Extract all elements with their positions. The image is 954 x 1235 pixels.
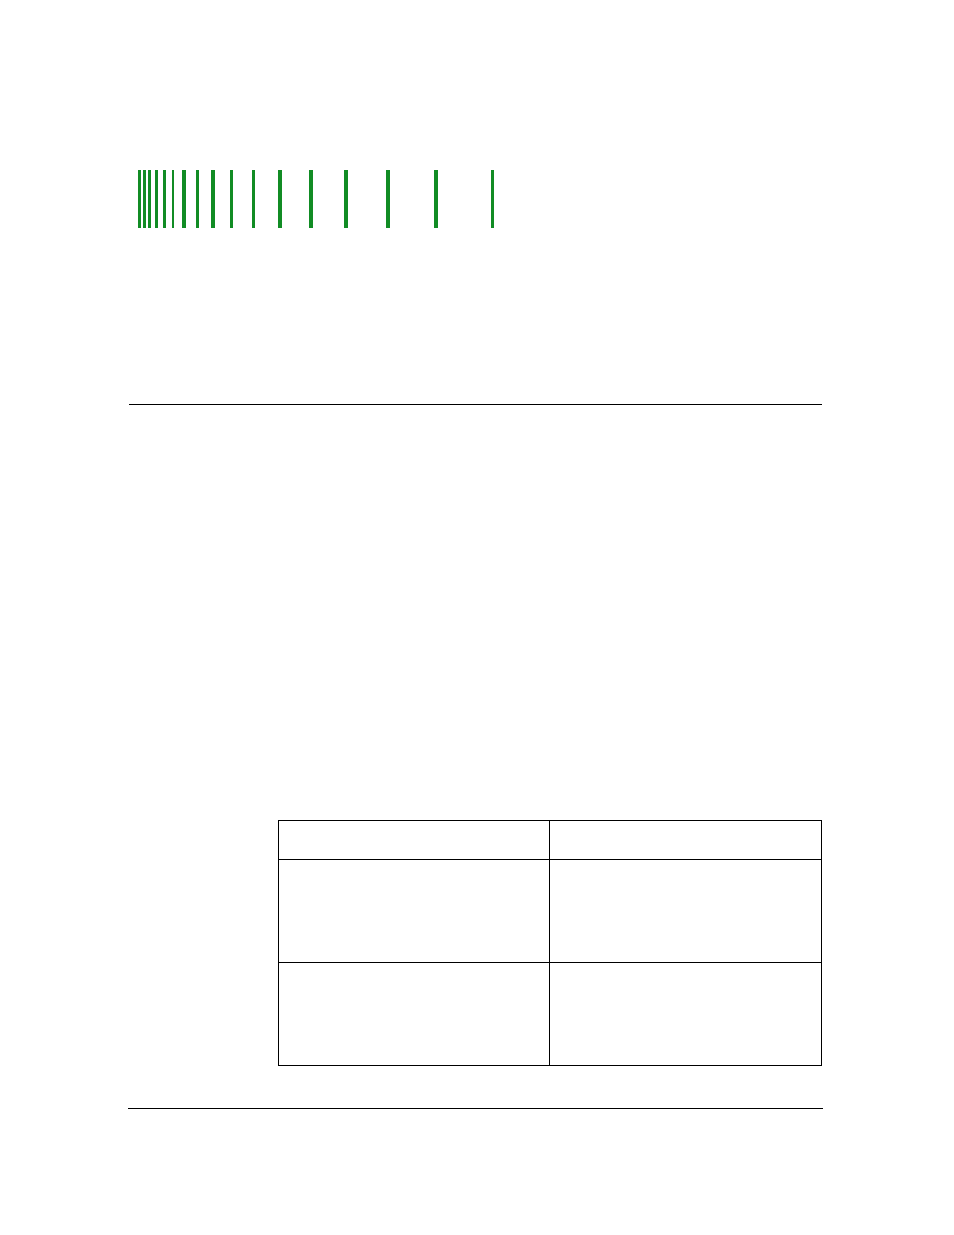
table-row	[279, 821, 822, 860]
document-page	[0, 0, 954, 1235]
table-cell	[279, 860, 550, 963]
table-cell	[550, 821, 822, 860]
green-barcode-header	[138, 170, 835, 228]
table-cell	[279, 821, 550, 860]
table-row	[279, 963, 822, 1066]
divider-lower	[128, 1108, 823, 1109]
table-cell	[279, 963, 550, 1066]
divider-upper	[129, 404, 822, 405]
table-cell	[550, 860, 822, 963]
table-row	[279, 860, 822, 963]
content-table	[278, 820, 822, 1066]
table-cell	[550, 963, 822, 1066]
